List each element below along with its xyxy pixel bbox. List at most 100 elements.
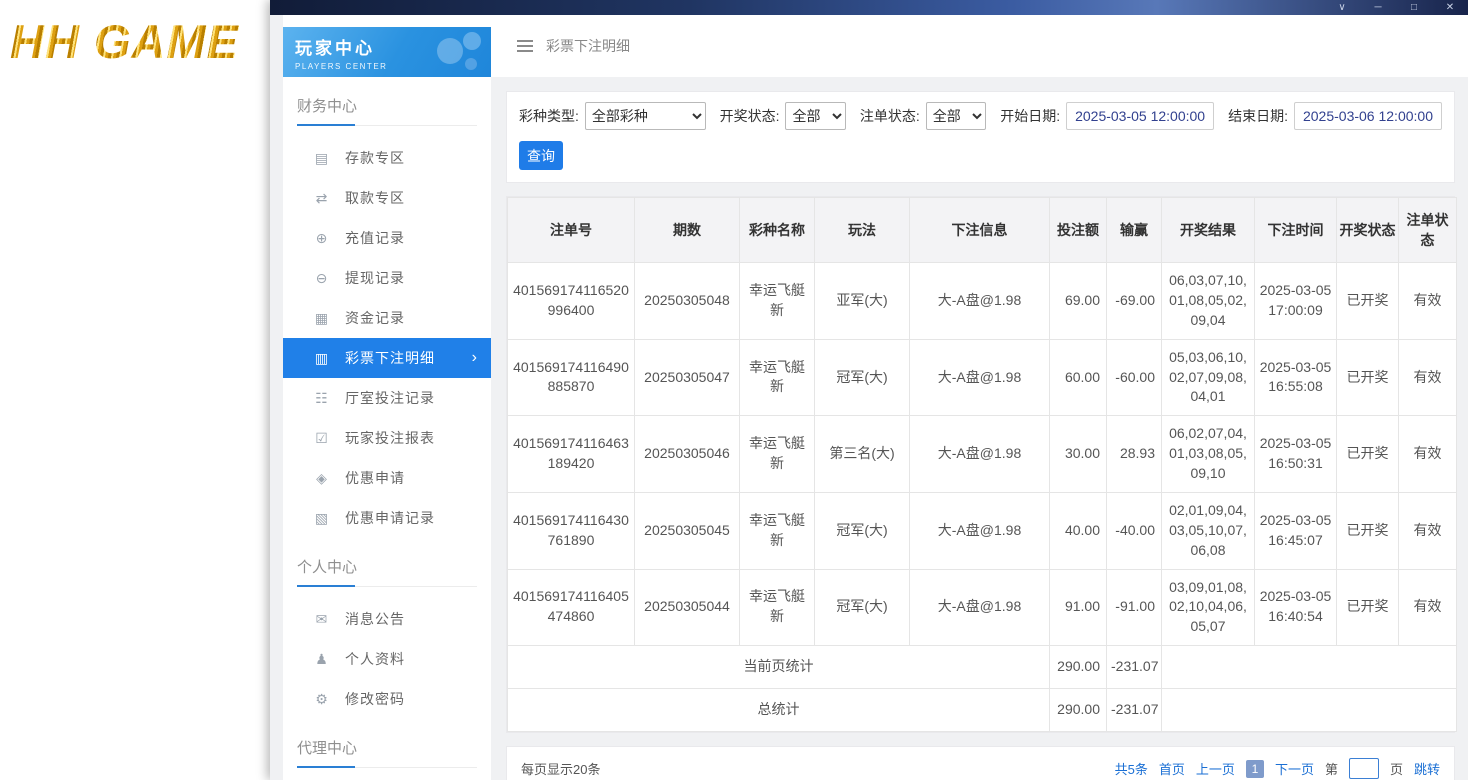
sidebar-item[interactable]: ⊖提现记录: [283, 258, 491, 298]
page-jump-input[interactable]: [1349, 758, 1379, 779]
sidebar-section-title: 代理中心: [297, 737, 477, 768]
current-page-badge[interactable]: 1: [1246, 760, 1264, 778]
table-row[interactable]: 40156917411646318942020250305046幸运飞艇新第三名…: [508, 416, 1457, 493]
order-status-select[interactable]: 全部: [926, 102, 986, 130]
table-row[interactable]: 40156917411643076189020250305045幸运飞艇新冠军(…: [508, 492, 1457, 569]
table-row[interactable]: 40156917411649088587020250305047幸运飞艇新冠军(…: [508, 339, 1457, 416]
cell: 有效: [1399, 339, 1457, 416]
sidebar-item-label: 存款专区: [345, 148, 405, 168]
sidebar-item[interactable]: ▤存款专区: [283, 138, 491, 178]
cell: 06,02,07,04,01,03,08,05,09,10: [1162, 416, 1255, 493]
cell: 已开奖: [1337, 492, 1399, 569]
cell: 有效: [1399, 263, 1457, 340]
site-logo: HH GAME: [10, 14, 239, 69]
change-password-icon: ⚙: [313, 691, 330, 708]
window-menu-chevron-icon[interactable]: ∨: [1324, 0, 1360, 15]
summary-row: 当前页统计290.00-231.07: [508, 646, 1457, 689]
column-header: 下注时间: [1255, 198, 1337, 263]
funds-record-icon: ▦: [313, 310, 330, 327]
summary-bet-total: 290.00: [1050, 689, 1107, 732]
table-row[interactable]: 40156917411652099640020250305048幸运飞艇新亚军(…: [508, 263, 1457, 340]
window-close-icon[interactable]: ✕: [1432, 0, 1468, 15]
user-profile-icon: ♟: [313, 651, 330, 668]
cell: 大-A盘@1.98: [910, 569, 1050, 646]
window-minimize-icon[interactable]: ─: [1360, 0, 1396, 15]
sidebar-item[interactable]: ▧优惠申请记录: [283, 498, 491, 538]
table-row[interactable]: 40156917411640547486020250305044幸运飞艇新冠军(…: [508, 569, 1457, 646]
cell: 2025-03-05 16:40:54: [1255, 569, 1337, 646]
next-page-link[interactable]: 下一页: [1275, 759, 1314, 778]
cell: -69.00: [1107, 263, 1162, 340]
start-date-input[interactable]: [1066, 102, 1214, 130]
table-body: 40156917411652099640020250305048幸运飞艇新亚军(…: [508, 263, 1457, 732]
draw-status-select[interactable]: 全部: [785, 102, 845, 130]
order-status-label: 注单状态:: [860, 106, 920, 126]
sidebar-items: ▤存款专区⇄取款专区⊕充值记录⊖提现记录▦资金记录▥彩票下注明细›☷厅室投注记录…: [283, 126, 491, 538]
cell: 幸运飞艇新: [740, 569, 815, 646]
cell: 02,01,09,04,03,05,10,07,06,08: [1162, 492, 1255, 569]
search-button[interactable]: 查询: [519, 141, 563, 170]
jump-button[interactable]: 跳转: [1414, 759, 1440, 778]
cell: 冠军(大): [815, 569, 910, 646]
cell: 401569174116430761890: [508, 492, 635, 569]
cell: 亚军(大): [815, 263, 910, 340]
cell: 91.00: [1050, 569, 1107, 646]
cell: 已开奖: [1337, 339, 1399, 416]
cell: 30.00: [1050, 416, 1107, 493]
sidebar-item[interactable]: ⚙修改密码: [283, 679, 491, 719]
sidebar-item-label: 资金记录: [345, 308, 405, 328]
cell: 20250305047: [635, 339, 740, 416]
sidebar-item[interactable]: ◈优惠申请: [283, 458, 491, 498]
end-date-input[interactable]: [1294, 102, 1442, 130]
filter-panel: 彩种类型: 全部彩种 开奖状态: 全部 注单状态: 全部 开始日期: 结束日期:…: [506, 91, 1455, 183]
withdraw-record-icon: ⊖: [313, 270, 330, 287]
sidebar-item-label: 充值记录: [345, 228, 405, 248]
sidebar-item-label: 厅室投注记录: [345, 388, 435, 408]
sidebar-item[interactable]: ☑玩家投注报表: [283, 418, 491, 458]
sidebar-item[interactable]: ♟ 个人资料: [283, 639, 491, 679]
lottery-bet-detail-icon: ▥: [313, 350, 330, 367]
sidebar-item-label: 个人资料: [345, 649, 405, 669]
cell: 大-A盘@1.98: [910, 339, 1050, 416]
column-header: 开奖结果: [1162, 198, 1255, 263]
hamburger-menu-icon[interactable]: [517, 45, 533, 47]
sidebar-item[interactable]: ☷ 厅室投注记录: [283, 378, 491, 418]
cell: 28.93: [1107, 416, 1162, 493]
sidebar-item[interactable]: ▦ 资金记录: [283, 298, 491, 338]
column-header: 输赢: [1107, 198, 1162, 263]
hall-bet-record-icon: ☷: [313, 390, 330, 407]
cell: 大-A盘@1.98: [910, 492, 1050, 569]
cell: 幸运飞艇新: [740, 263, 815, 340]
cell: 大-A盘@1.98: [910, 263, 1050, 340]
promo-apply-icon: ◈: [313, 470, 330, 487]
cell: 幸运飞艇新: [740, 492, 815, 569]
sidebar-item-label: 彩票下注明细: [345, 348, 435, 368]
game-controller-icon: [437, 32, 483, 72]
sidebar-item[interactable]: ⇄取款专区: [283, 178, 491, 218]
main-column: 彩票下注明细 彩种类型: 全部彩种 开奖状态: 全部 注单状态: 全部 开始日期…: [491, 15, 1468, 780]
jump-suffix: 页: [1390, 759, 1403, 778]
player-bet-report-icon: ☑: [313, 430, 330, 447]
lottery-type-select[interactable]: 全部彩种: [585, 102, 706, 130]
first-page-link[interactable]: 首页: [1159, 759, 1185, 778]
sidebar-item[interactable]: ⊕充值记录: [283, 218, 491, 258]
summary-label: 总统计: [508, 689, 1050, 732]
sidebar-item[interactable]: ✉消息公告: [283, 599, 491, 639]
cell: 大-A盘@1.98: [910, 416, 1050, 493]
cell: 05,03,06,10,02,07,09,08,04,01: [1162, 339, 1255, 416]
window-maximize-icon[interactable]: □: [1396, 0, 1432, 15]
sidebar-section: 个人中心✉消息公告♟个人资料⚙修改密码: [283, 538, 491, 719]
cell: 401569174116520996400: [508, 263, 635, 340]
summary-winloss-total: -231.07: [1107, 646, 1162, 689]
sidebar-item[interactable]: ▥彩票下注明细›: [283, 338, 491, 378]
main-content: 彩种类型: 全部彩种 开奖状态: 全部 注单状态: 全部 开始日期: 结束日期:…: [491, 77, 1468, 780]
jump-prefix: 第: [1325, 759, 1338, 778]
column-header: 玩法: [815, 198, 910, 263]
cell: 已开奖: [1337, 263, 1399, 340]
sidebar: 玩家中心 PLAYERS CENTER 财务中心▤存款专区⇄取款专区⊕充值记录⊖…: [283, 15, 491, 780]
sidebar-item-label: 消息公告: [345, 609, 405, 629]
prev-page-link[interactable]: 上一页: [1196, 759, 1235, 778]
withdraw-icon: ⇄: [313, 190, 330, 207]
cell: -60.00: [1107, 339, 1162, 416]
cell: 401569174116490885870: [508, 339, 635, 416]
